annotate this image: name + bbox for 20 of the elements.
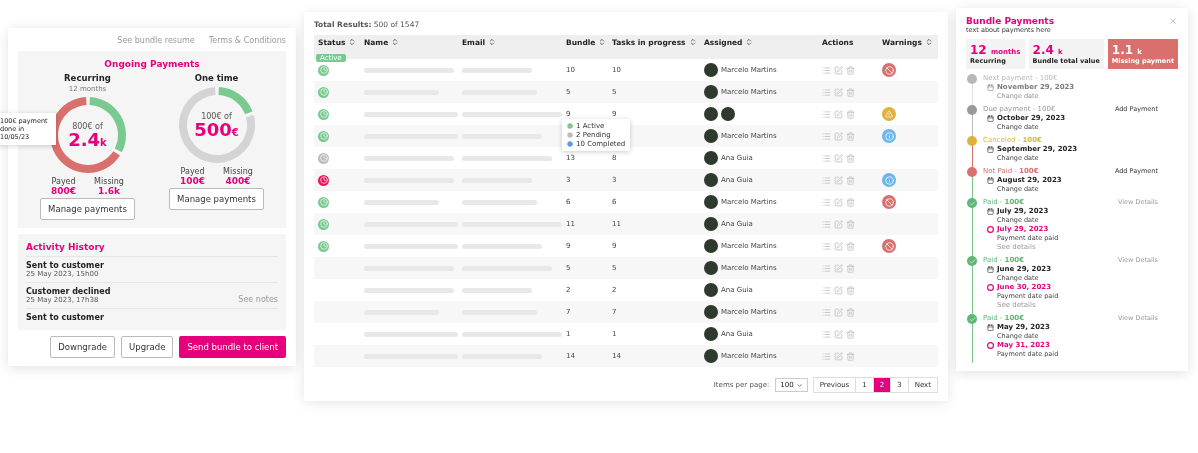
activity-title: Sent to customer bbox=[26, 313, 104, 322]
donut-caption: 800€ of bbox=[72, 121, 103, 131]
donut-caption: 100€ of bbox=[201, 111, 232, 121]
stat-value: 400€ bbox=[225, 176, 251, 186]
stat-label: Payed bbox=[180, 167, 205, 176]
stat-label: Payed bbox=[51, 177, 76, 186]
stat-value: 800€ bbox=[51, 186, 77, 196]
panel-title: Bundle Payments bbox=[966, 16, 1054, 26]
activity-title: Customer declined bbox=[26, 287, 111, 296]
stat-label: Missing bbox=[94, 177, 124, 186]
payment-type-label: Recurring bbox=[64, 73, 111, 83]
stat-value: 100€ bbox=[180, 176, 206, 186]
stat-label: Missing bbox=[223, 167, 253, 176]
section-title: Ongoing Payments bbox=[103, 59, 201, 69]
donut-total: 500€ bbox=[194, 120, 239, 139]
payment-type-label: One time bbox=[194, 73, 239, 83]
section-title: Activity History bbox=[26, 242, 106, 252]
donut-total: 2.4k bbox=[68, 130, 107, 149]
stat-value: 1.6k bbox=[98, 186, 120, 196]
activity-title: Sent to customer bbox=[26, 261, 104, 270]
